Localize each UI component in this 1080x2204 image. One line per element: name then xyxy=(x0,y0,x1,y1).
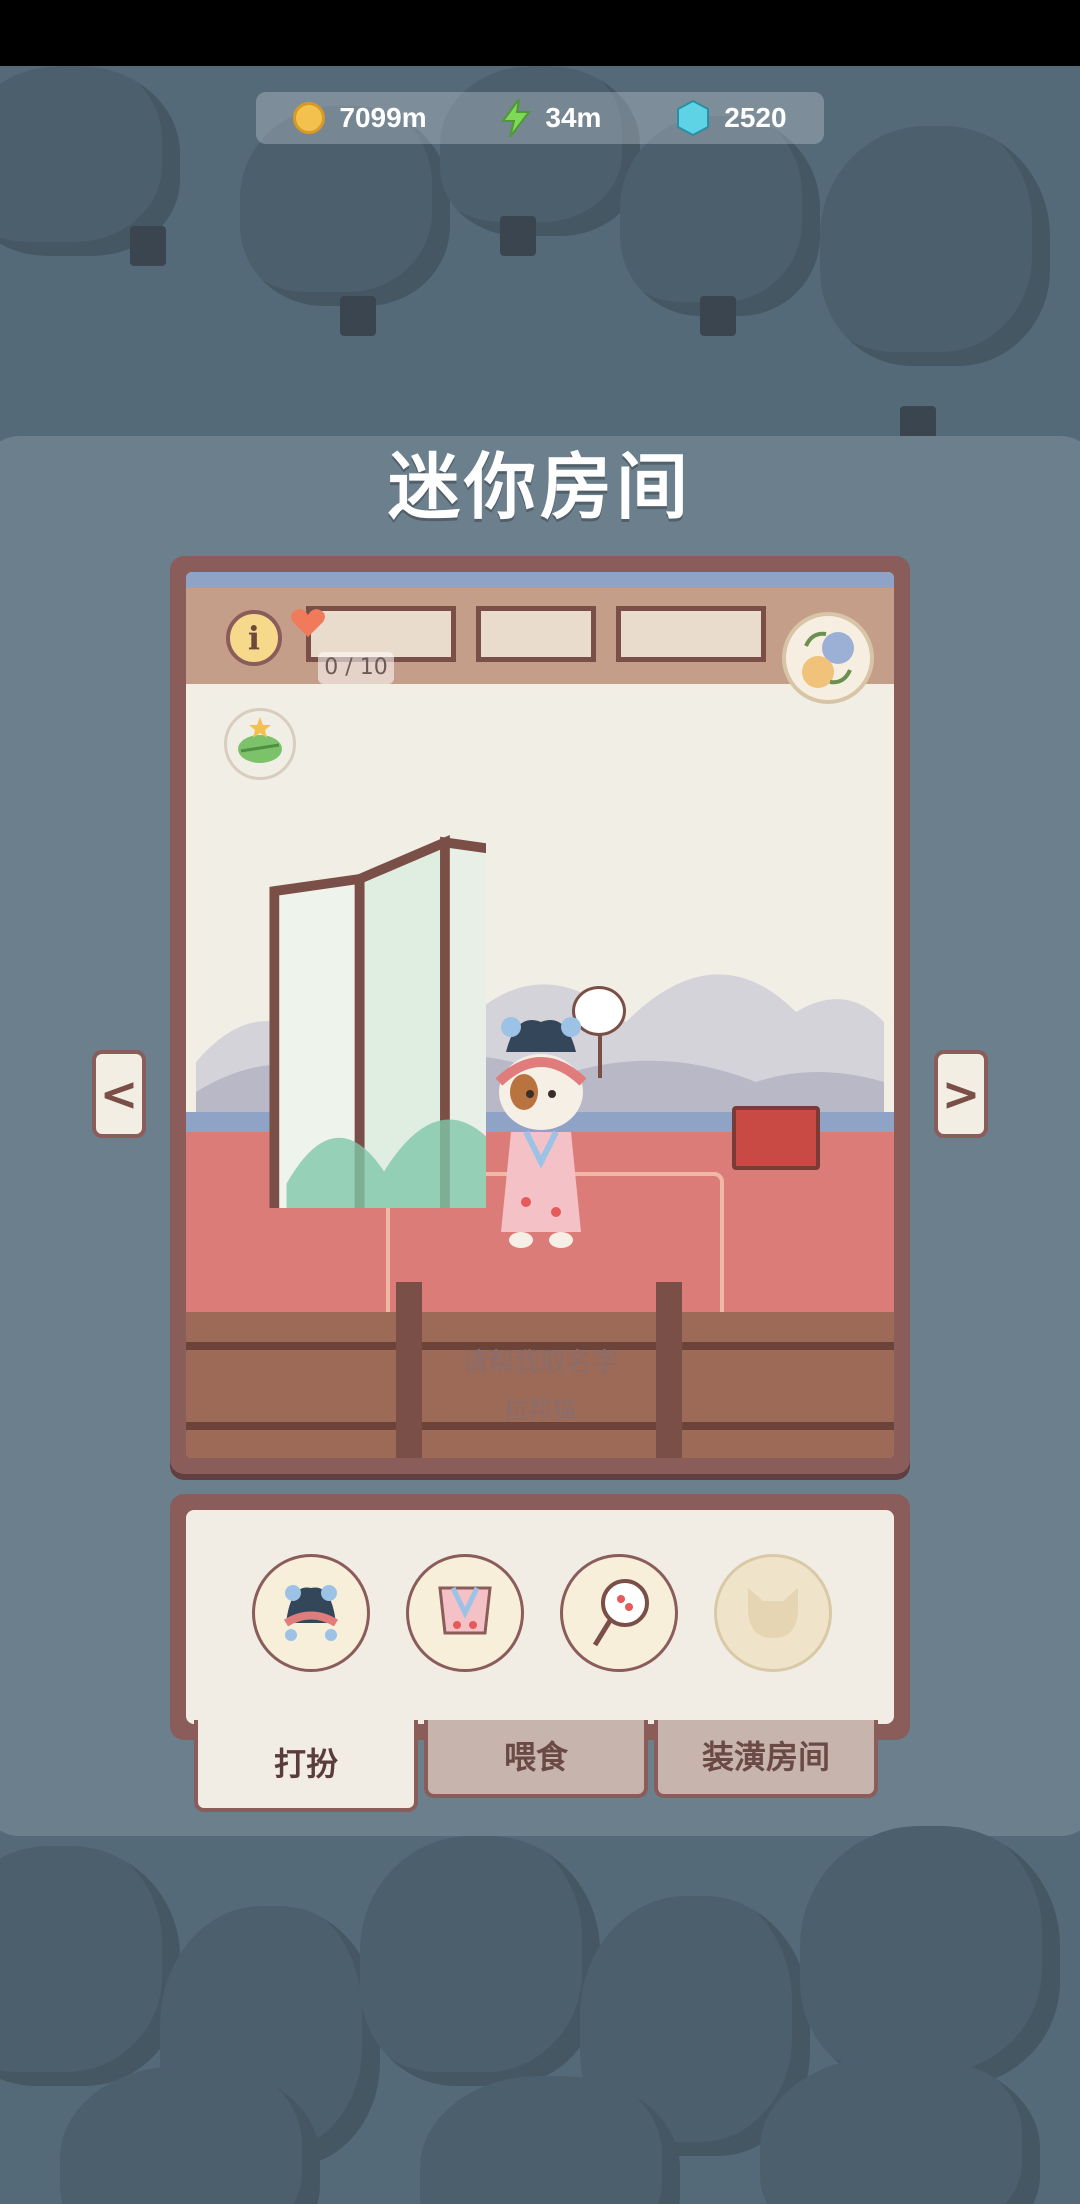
status-bar xyxy=(0,0,1080,66)
energy-amount: 34m xyxy=(545,102,602,133)
tab-bar: 打扮 喂食 装潢房间 xyxy=(194,1720,878,1812)
leaf-icon[interactable] xyxy=(224,708,296,780)
heart-icon xyxy=(291,609,325,637)
info-button[interactable]: i xyxy=(226,610,282,666)
item-panel xyxy=(170,1494,910,1740)
tab-dress-up[interactable]: 打扮 xyxy=(194,1720,418,1812)
round-fan-icon[interactable] xyxy=(560,1554,678,1672)
gem-amount: 2520 xyxy=(724,102,787,133)
breed-label: 拉邦猫 xyxy=(504,1396,576,1424)
name-prompt[interactable]: 请帮我取名字 xyxy=(186,1342,894,1379)
coin-counter[interactable]: 7099m xyxy=(293,102,427,134)
next-room-button[interactable]: > xyxy=(934,1050,988,1138)
opera-headdress-icon[interactable] xyxy=(252,1554,370,1672)
empty-slot-icon[interactable] xyxy=(714,1554,832,1672)
affection-count: 0 / 10 xyxy=(318,652,394,684)
switch-cat-icon[interactable] xyxy=(782,612,874,704)
gem-icon xyxy=(676,100,710,136)
pink-robe-icon[interactable] xyxy=(406,1554,524,1672)
cat-character[interactable] xyxy=(486,1012,596,1272)
info-icon: i xyxy=(247,619,261,657)
tab-decorate-room[interactable]: 装潢房间 xyxy=(654,1720,878,1798)
coin-icon xyxy=(293,102,326,134)
red-chest[interactable] xyxy=(732,1106,820,1170)
room-scene: 请帮我取名字 拉邦猫 i 0 / 10 xyxy=(186,572,894,1458)
energy-counter[interactable]: 34m xyxy=(501,99,601,137)
tab-feed[interactable]: 喂食 xyxy=(424,1720,648,1798)
page-title: 迷你房间 xyxy=(387,445,692,529)
prev-room-button[interactable]: < xyxy=(92,1050,146,1138)
currency-bar: 7099m 34m 2520 xyxy=(256,92,824,144)
folding-screen[interactable] xyxy=(226,818,486,1208)
item-list xyxy=(252,1554,832,1672)
mini-room-frame: 请帮我取名字 拉邦猫 i 0 / 10 xyxy=(170,556,910,1474)
front-railing xyxy=(186,1282,894,1458)
coin-amount: 7099m xyxy=(339,102,427,133)
lightning-icon xyxy=(501,99,532,137)
gem-counter[interactable]: 2520 xyxy=(676,100,787,136)
